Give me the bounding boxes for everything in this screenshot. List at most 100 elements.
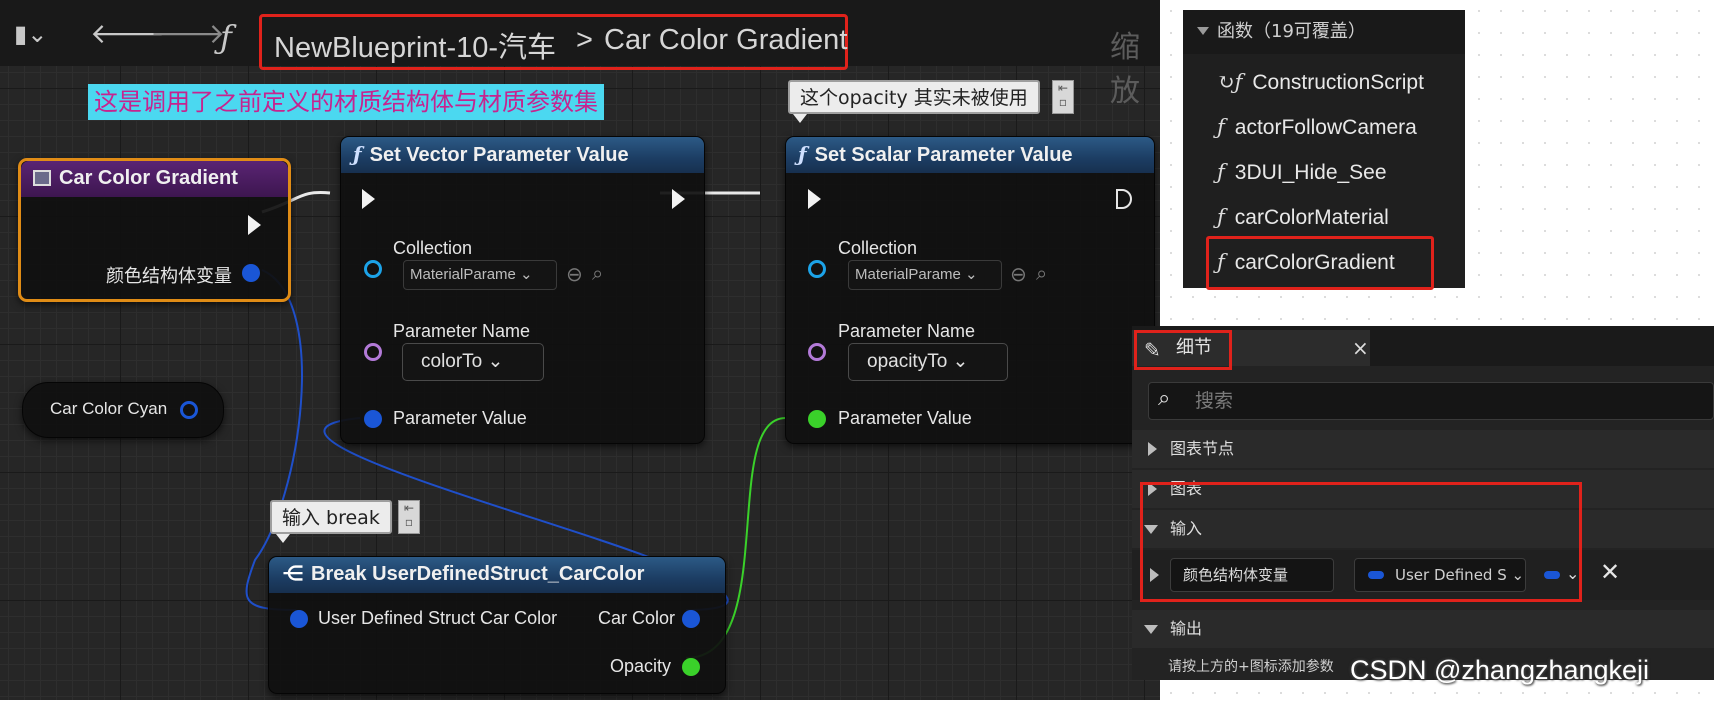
browse-search-icon[interactable]: ⌕ (1036, 261, 1047, 285)
set-vector-collection-label: Collection (393, 238, 473, 258)
set-scalar-param-name-pin[interactable] (808, 343, 826, 361)
break-struct-in-pin[interactable] (290, 610, 308, 628)
arrow-right-icon[interactable]: 🡒 (150, 16, 225, 50)
set-scalar-collection-label: Collection (838, 238, 918, 258)
comment-pin-icon[interactable]: ⇤ ▫ (1052, 80, 1074, 114)
break-struct-opacity-label: Opacity (610, 656, 672, 676)
comment-tail (276, 534, 290, 543)
set-vector-param-value-label: Parameter Value (393, 408, 527, 428)
outputs-hint: 请按上方的+图标添加参数 (1168, 659, 1334, 675)
break-struct-color-out-pin[interactable] (682, 610, 700, 628)
collapse-arrow-icon (1144, 625, 1158, 634)
set-scalar-exec-in-pin[interactable] (808, 189, 821, 209)
set-vector-collection-dropdown[interactable]: MaterialParame ⌄ (403, 260, 557, 290)
param-name-value: opacityTo (867, 351, 948, 372)
set-scalar-param-name-dropdown[interactable]: opacityTo ⌄ (848, 343, 1008, 381)
set-scalar-header[interactable]: ƒ Set Scalar Parameter Value (786, 137, 1154, 173)
functions-header[interactable]: 函数（19可覆盖） (1183, 10, 1465, 54)
entry-struct-out-pin[interactable] (242, 264, 260, 282)
set-vector-exec-in-pin[interactable] (362, 189, 375, 209)
function-item-label: 3DUI_Hide_See (1234, 161, 1387, 184)
function-item-label: carColorMaterial (1234, 206, 1389, 229)
function-icon: ƒ (220, 18, 232, 56)
set-scalar-title: Set Scalar Parameter Value (814, 144, 1073, 166)
function-item-car-color-material[interactable]: ƒ carColorMaterial (1217, 205, 1389, 230)
variable-out-pin[interactable] (180, 401, 198, 419)
set-vector-parameter-node[interactable]: ƒ Set Vector Parameter Value (340, 136, 705, 444)
set-vector-param-name-dropdown[interactable]: colorTo ⌄ (402, 343, 544, 381)
set-vector-param-name-pin[interactable] (364, 343, 382, 361)
use-selected-icon[interactable]: ⊖ (1010, 262, 1027, 286)
entry-struct-pin-label: 颜色结构体变量 (106, 266, 232, 286)
set-vector-exec-out-pin[interactable] (672, 189, 685, 209)
details-tab-highlight (1134, 330, 1232, 370)
expand-arrow-icon (1148, 442, 1157, 456)
comment-opacity-note[interactable]: 这个opacity 其实未被使用 (788, 80, 1040, 114)
construction-script-icon: ↻ƒ (1217, 70, 1243, 94)
comment-pin-icon[interactable]: ⇤ ▫ (398, 500, 420, 534)
set-scalar-param-name-label: Parameter Name (838, 321, 976, 341)
bookmark-dropdown-icon[interactable]: ▮⌄ (14, 20, 47, 48)
break-struct-opacity-out-pin[interactable] (682, 658, 700, 676)
break-struct-icon: ⋲ (283, 563, 303, 585)
function-item-3dui-hide-see[interactable]: ƒ 3DUI_Hide_See (1217, 160, 1387, 185)
search-icon: ⌕ (1158, 386, 1171, 411)
entry-exec-out-pin[interactable] (248, 215, 261, 235)
comment-tail (793, 114, 807, 123)
breadcrumb-current[interactable]: Car Color Gradient (604, 24, 847, 57)
details-panel: 细节 ✎ × 搜索 ⌕ 图表节点 图表 输入 颜色结构体变量 User Defi… (1132, 326, 1714, 680)
set-vector-header[interactable]: ƒ Set Vector Parameter Value (341, 137, 704, 173)
comment-top-note[interactable]: 这是调用了之前定义的材质结构体与材质参数集 (88, 84, 604, 120)
set-vector-param-value-pin[interactable] (364, 410, 382, 428)
set-vector-title: Set Vector Parameter Value (369, 144, 629, 166)
browse-search-icon[interactable]: ⌕ (592, 261, 603, 285)
zoom-label: 缩放 (1110, 30, 1140, 109)
inputs-highlight (1140, 482, 1582, 602)
details-search-input[interactable]: 搜索 (1148, 382, 1714, 420)
remove-param-icon[interactable]: ✕ (1600, 558, 1620, 586)
breadcrumb-separator-icon: > (576, 24, 593, 56)
comment-break-note[interactable]: 输入 break (270, 500, 392, 534)
function-item-actor-follow-camera[interactable]: ƒ actorFollowCamera (1217, 115, 1417, 140)
set-scalar-param-value-pin[interactable] (808, 410, 826, 428)
category-label: 输出 (1170, 619, 1203, 638)
collection-value: MaterialParame (855, 266, 961, 283)
break-struct-input-label: User Defined Struct Car Color (318, 608, 558, 628)
entry-node-title: Car Color Gradient (59, 167, 238, 189)
functions-header-label: 函数（19可覆盖） (1217, 21, 1366, 42)
function-item-label: actorFollowCamera (1234, 116, 1417, 139)
set-scalar-param-value-label: Parameter Value (838, 408, 972, 428)
set-vector-collection-pin[interactable] (364, 260, 382, 278)
watermark: CSDN @zhangzhangkeji (1350, 655, 1650, 685)
blueprint-graph[interactable]: ▮⌄ 🡐 🡒 ƒ NewBlueprint-10-汽车 > Car Color … (0, 0, 1160, 700)
param-name-value: colorTo (421, 351, 483, 372)
set-vector-param-name-label: Parameter Name (393, 321, 531, 341)
set-scalar-collection-dropdown[interactable]: MaterialParame ⌄ (848, 260, 1002, 290)
use-selected-icon[interactable]: ⊖ (566, 262, 583, 286)
function-icon: ƒ (1217, 115, 1225, 139)
break-struct-title: Break UserDefinedStruct_CarColor (311, 563, 645, 585)
functions-panel: 函数（19可覆盖） ↻ƒ ConstructionScript ƒ actorFol… (1183, 10, 1465, 290)
search-placeholder: 搜索 (1195, 390, 1234, 412)
selected-function-highlight (1206, 236, 1434, 290)
category-graph-node[interactable]: 图表节点 (1132, 430, 1714, 468)
breadcrumb-root[interactable]: NewBlueprint-10-汽车 (274, 24, 556, 66)
function-icon: ƒ (353, 142, 362, 166)
collection-value: MaterialParame (410, 266, 516, 283)
break-struct-header[interactable]: ⋲ Break UserDefinedStruct_CarColor (269, 557, 725, 593)
function-item-label: ConstructionScript (1252, 71, 1424, 94)
collapse-arrow-icon (1197, 27, 1209, 35)
category-label: 图表节点 (1170, 439, 1235, 458)
set-scalar-collection-pin[interactable] (808, 260, 826, 278)
close-icon[interactable]: × (1352, 336, 1369, 360)
variable-node-label: Car Color Cyan (50, 399, 168, 418)
set-scalar-parameter-node[interactable]: ƒ Set Scalar Parameter Value (785, 136, 1155, 444)
function-entry-icon (33, 170, 51, 186)
function-icon: ƒ (1217, 160, 1225, 184)
function-icon: ƒ (1217, 205, 1225, 229)
break-struct-color-label: Car Color (598, 608, 676, 628)
function-icon: ƒ (798, 142, 807, 166)
entry-node-header[interactable]: Car Color Gradient (21, 161, 288, 197)
category-outputs[interactable]: 输出 (1132, 610, 1714, 648)
function-item-construction-script[interactable]: ↻ƒ ConstructionScript (1217, 70, 1424, 95)
